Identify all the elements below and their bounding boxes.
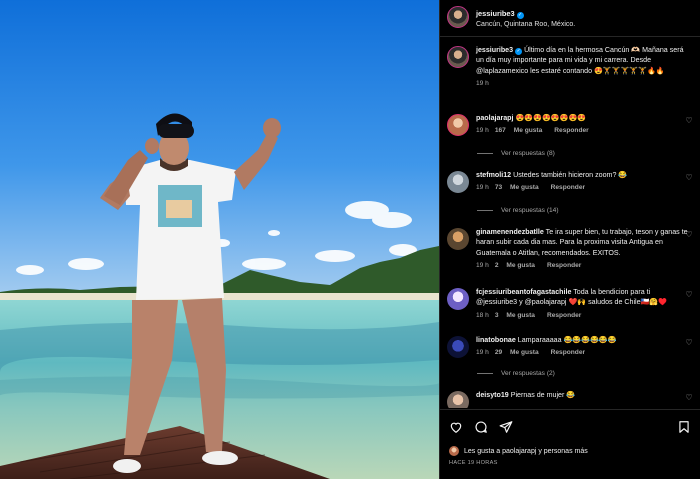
comment-username[interactable]: linatobonae — [476, 336, 516, 344]
post-header: jessiuribe3 ✓ Cancún, Quintana Roo, Méxic… — [440, 0, 700, 37]
comment-like-heart-icon[interactable]: ♡ — [685, 291, 693, 299]
view-replies-button[interactable]: Ver respuestas (2) — [477, 370, 555, 377]
liked-by-avatar — [449, 446, 459, 456]
comment-username[interactable]: ginamenendezbatlle — [476, 228, 544, 236]
comment-avatar[interactable] — [447, 391, 469, 408]
comment-likes-label: Me gusta — [506, 311, 535, 319]
caption-time: 19 h — [476, 80, 489, 88]
post-time-ago: HACE 19 HORAS — [449, 460, 498, 466]
comment-time: 19 h — [476, 349, 489, 357]
comment-time: 19 h — [476, 127, 489, 135]
comments-list[interactable]: jessiuribe3 ✓ Último día en la hermosa Ca… — [440, 38, 700, 408]
verified-badge-icon: ✓ — [516, 12, 524, 19]
comment-likes-label: Me gusta — [510, 184, 539, 192]
comment-likes-label: Me gusta — [513, 127, 543, 135]
comment-likes-count: 73 — [494, 184, 503, 192]
post-footer: Les gusta a paolajarapj y personas más H… — [440, 409, 700, 479]
reply-button[interactable]: Responder — [551, 349, 585, 356]
comment-item: linatobonae Lamparaaaaa 😂😂😂😂😂😂 19 h 29 Me… — [447, 335, 697, 359]
view-replies-button[interactable]: Ver respuestas (14) — [477, 207, 559, 214]
comment-item: ginamenendezbatlle Te ira super bien, tu… — [447, 227, 697, 272]
comment-avatar[interactable] — [447, 336, 469, 358]
comment-likes-label: Me gusta — [506, 262, 535, 270]
comment-like-heart-icon[interactable]: ♡ — [685, 231, 693, 239]
comment-username[interactable]: paolajarapj — [476, 114, 513, 122]
share-icon[interactable] — [499, 420, 513, 434]
post-location[interactable]: Cancún, Quintana Roo, México. — [476, 19, 575, 30]
comment-like-heart-icon[interactable]: ♡ — [685, 339, 693, 347]
comment-item: fcjessiuribeantofagastachile Toda la ben… — [447, 287, 697, 321]
comment-item: deisyto19 Piernas de mujer 😂 ♡ — [447, 390, 697, 408]
comment-likes[interactable]: 2 Me gusta — [495, 262, 541, 269]
caption-username[interactable]: jessiuribe3 — [476, 46, 513, 54]
comment-avatar[interactable] — [447, 288, 469, 310]
author-avatar[interactable] — [447, 6, 469, 28]
comment-likes[interactable]: 167 Me gusta — [495, 127, 548, 134]
comment-avatar[interactable] — [447, 114, 469, 136]
reply-button[interactable]: Responder — [547, 312, 581, 319]
author-username[interactable]: jessiuribe3 — [476, 9, 515, 18]
comment-likes[interactable]: 29 Me gusta — [495, 349, 545, 356]
caption-avatar[interactable] — [447, 46, 469, 68]
reply-button[interactable]: Responder — [554, 127, 588, 134]
comment-item: stefmoli12 Ustedes también hicieron zoom… — [447, 170, 697, 194]
comment-likes-count: 3 — [494, 311, 499, 319]
comment-username[interactable]: fcjessiuribeantofagastachile — [476, 288, 571, 296]
liked-by[interactable]: Les gusta a paolajarapj y personas más — [449, 446, 588, 456]
comment-item: paolajarapj 😍😍😍😍😍😍😍😍 19 h 167 Me gusta Res… — [447, 113, 697, 137]
post-caption: jessiuribe3 ✓ Último día en la hermosa Ca… — [447, 45, 697, 90]
comment-icon[interactable] — [474, 420, 488, 434]
comment-like-heart-icon[interactable]: ♡ — [685, 117, 693, 125]
comment-username[interactable]: deisyto19 — [476, 391, 509, 399]
post-panel: jessiuribe3 ✓ Cancún, Quintana Roo, Méxic… — [439, 0, 700, 479]
post-photo[interactable] — [0, 0, 439, 479]
comment-likes-count: 29 — [494, 349, 503, 357]
comment-time: 19 h — [476, 262, 489, 270]
comment-likes-count: 167 — [494, 127, 506, 135]
liked-by-text: Les gusta a paolajarapj y personas más — [464, 447, 588, 455]
comment-likes-count: 2 — [494, 262, 499, 270]
view-replies-button[interactable]: Ver respuestas (8) — [477, 150, 555, 157]
comment-text: 😍😍😍😍😍😍😍😍 — [515, 114, 587, 122]
comment-username[interactable]: stefmoli12 — [476, 171, 511, 179]
bookmark-icon[interactable] — [677, 420, 691, 434]
comment-text: Piernas de mujer 😂 — [510, 391, 576, 399]
comment-time: 19 h — [476, 184, 489, 192]
comment-avatar[interactable] — [447, 171, 469, 193]
comment-likes[interactable]: 3 Me gusta — [495, 312, 541, 319]
comment-text: Ustedes también hicieron zoom? 😂 — [513, 171, 628, 179]
comment-like-heart-icon[interactable]: ♡ — [685, 394, 693, 402]
comment-like-heart-icon[interactable]: ♡ — [685, 174, 693, 182]
reply-button[interactable]: Responder — [551, 184, 585, 191]
comment-likes[interactable]: 73 Me gusta — [495, 184, 545, 191]
action-bar — [449, 420, 513, 434]
comment-time: 18 h — [476, 311, 489, 319]
comment-text: Lamparaaaaa 😂😂😂😂😂😂 — [517, 336, 617, 344]
comment-likes-label: Me gusta — [510, 349, 539, 357]
beach-photo — [0, 0, 439, 479]
reply-button[interactable]: Responder — [547, 262, 581, 269]
comment-avatar[interactable] — [447, 228, 469, 250]
heart-icon[interactable] — [449, 420, 463, 434]
verified-badge-icon: ✓ — [515, 48, 523, 55]
